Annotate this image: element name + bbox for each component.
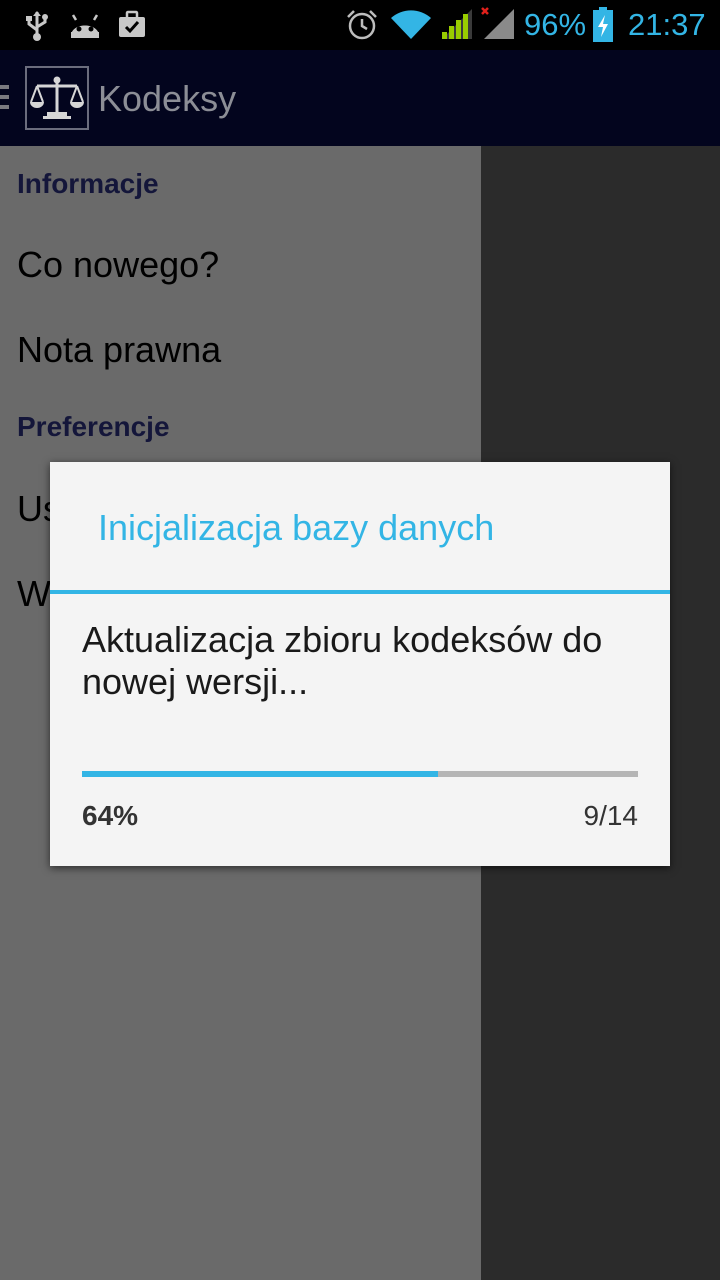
alarm-icon xyxy=(347,10,377,40)
battery-charging-icon xyxy=(593,7,613,42)
battery-percent: 96% xyxy=(524,7,587,42)
status-bar: 96% 21:37 xyxy=(0,0,720,50)
drawer-item-co-nowego[interactable]: Co nowego? xyxy=(17,244,219,286)
progress-bar-fill xyxy=(82,771,438,777)
usb-icon xyxy=(26,11,48,41)
briefcase-icon xyxy=(119,10,145,37)
app-title: Kodeksy xyxy=(98,78,237,119)
drawer-indicator-icon[interactable] xyxy=(0,85,10,115)
signal-no-sim-icon xyxy=(481,7,514,39)
drawer-item-nota-prawna[interactable]: Nota prawna xyxy=(17,329,221,371)
dialog-title-divider xyxy=(50,590,670,594)
progress-dialog: Inicjalizacja bazy danych Aktualizacja z… xyxy=(50,462,670,866)
progress-bar xyxy=(82,771,638,777)
scales-of-justice-icon xyxy=(30,76,84,119)
action-bar: Kodeksy xyxy=(0,50,720,146)
dialog-message: Aktualizacja zbioru kodeksów do nowej we… xyxy=(82,619,603,702)
android-debug-icon xyxy=(71,14,99,38)
drawer-section-header-informacje: Informacje xyxy=(17,168,159,199)
progress-count: 9/14 xyxy=(583,800,639,831)
drawer-item-preferencje-2[interactable]: W xyxy=(17,573,51,615)
progress-percent: 64% xyxy=(82,800,139,831)
dialog-title: Inicjalizacja bazy danych xyxy=(98,507,495,548)
signal-icon xyxy=(442,9,472,39)
app-logo[interactable] xyxy=(25,66,89,130)
clock: 21:37 xyxy=(628,7,706,42)
wifi-icon xyxy=(391,10,431,39)
drawer-section-header-preferencje: Preferencje xyxy=(17,411,170,442)
